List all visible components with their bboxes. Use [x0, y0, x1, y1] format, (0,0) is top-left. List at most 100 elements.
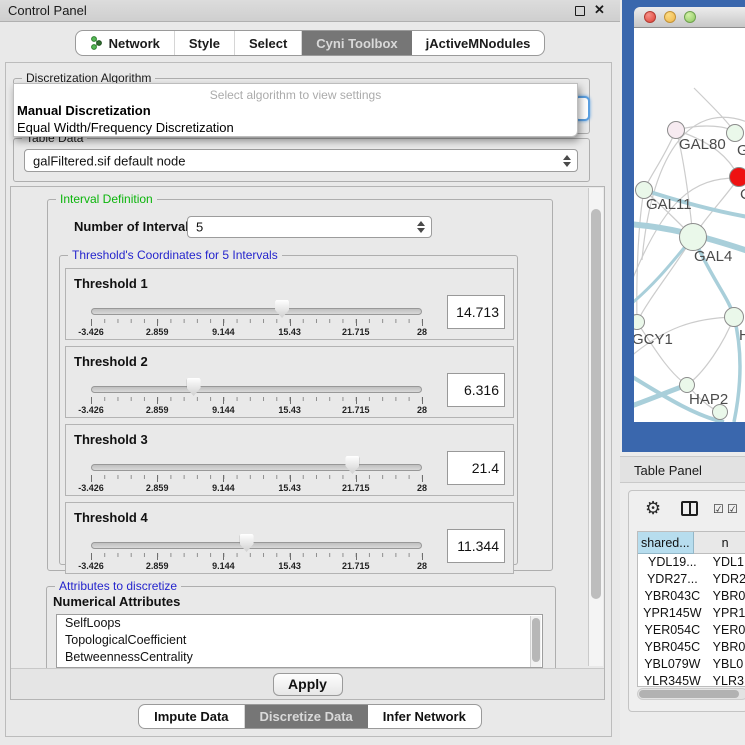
- table-row[interactable]: YPR145WYPR1: [638, 605, 745, 622]
- table-panel-toolbar: ⚙ ☑ ☑: [629, 491, 745, 529]
- list-item-betweennesscentrality[interactable]: BetweennessCentrality: [57, 649, 542, 666]
- option-equal-width-frequency[interactable]: Equal Width/Frequency Discretization: [17, 120, 234, 135]
- threshold-1-label: Threshold 1: [74, 276, 148, 291]
- tab-network-label: Network: [109, 36, 160, 51]
- close-icon[interactable]: ✕: [594, 2, 605, 18]
- threshold-2-row: Threshold 2 -3.4262.8599.14415.4321.7152…: [65, 346, 514, 418]
- tab-infer-network-label: Infer Network: [383, 709, 466, 724]
- threshold-2-slider-thumb[interactable]: [187, 378, 201, 396]
- table-header-row: shared... n: [638, 532, 745, 554]
- scrollbar-thumb[interactable]: [639, 690, 739, 698]
- thresholds-group-title: Threshold's Coordinates for 5 Intervals: [68, 248, 282, 262]
- node-table: shared... n YDL19...YDL1 YDR27...YDR2 YB…: [637, 531, 745, 687]
- tab-infer-network[interactable]: Infer Network: [368, 705, 481, 728]
- tab-style[interactable]: Style: [175, 31, 235, 55]
- gear-icon[interactable]: ⚙: [645, 499, 661, 517]
- numerical-attributes-label: Numerical Attributes: [53, 594, 180, 609]
- tab-discretize-data-label: Discretize Data: [260, 709, 353, 724]
- node-label: G: [737, 142, 745, 159]
- threshold-3-slider[interactable]: [91, 464, 422, 471]
- apply-button[interactable]: Apply: [273, 673, 343, 696]
- network-icon: [90, 36, 103, 50]
- table-data-combo[interactable]: galFiltered.sif default node: [24, 149, 578, 172]
- network-canvas[interactable]: GAL80GCGAL11GAL4GCY1HHAP2: [634, 28, 745, 422]
- threshold-4-value-field[interactable]: 11.344: [447, 529, 505, 563]
- threshold-1-slider-thumb[interactable]: [275, 300, 289, 318]
- table-horizontal-scrollbar[interactable]: [637, 688, 745, 700]
- columns-icon[interactable]: [681, 501, 698, 516]
- table-row[interactable]: YBL079WYBL0: [638, 656, 745, 673]
- numerical-attributes-list: SelfLoops TopologicalCoefficient Between…: [56, 614, 543, 668]
- interval-definition-title: Interval Definition: [56, 192, 157, 206]
- attributes-group-title: Attributes to discretize: [55, 579, 181, 593]
- table-row[interactable]: YLR345WYLR3: [638, 673, 745, 687]
- threshold-2-slider[interactable]: [91, 386, 422, 393]
- tab-cyni-toolbox[interactable]: Cyni Toolbox: [302, 31, 411, 55]
- control-panel: Control Panel ✕ Network Style Select: [0, 0, 620, 745]
- number-of-intervals-value: 5: [196, 220, 203, 235]
- tab-impute-data[interactable]: Impute Data: [139, 705, 244, 728]
- close-traffic-light[interactable]: [644, 11, 656, 23]
- table-panel-box: ⚙ ☑ ☑ shared... n YDL19...YDL1 YDR27...Y…: [628, 490, 745, 712]
- node-label: GAL4: [694, 248, 732, 265]
- node-label: GAL11: [646, 196, 692, 213]
- tick-labels: -3.4262.8599.14415.4321.71528: [91, 561, 422, 571]
- threshold-4-row: Threshold 4 -3.4262.8599.14415.4321.7152…: [65, 502, 514, 574]
- network-node[interactable]: [712, 404, 728, 420]
- number-of-intervals-label: Number of Intervals: [74, 219, 196, 234]
- tab-network[interactable]: Network: [76, 31, 175, 55]
- table-row[interactable]: YER054CYER0: [638, 622, 745, 639]
- minimize-traffic-light[interactable]: [664, 11, 676, 23]
- scrollbar-thumb[interactable]: [591, 209, 601, 599]
- attributes-list-scrollbar[interactable]: [530, 616, 541, 668]
- tick-marks: [91, 475, 422, 483]
- table-panel-header: Table Panel: [620, 456, 745, 483]
- table-row[interactable]: YBR045CYBR0: [638, 639, 745, 656]
- threshold-4-slider[interactable]: [91, 542, 422, 549]
- float-window-icon[interactable]: [575, 6, 585, 16]
- threshold-3-label: Threshold 3: [74, 432, 148, 447]
- threshold-4-label: Threshold 4: [74, 510, 148, 525]
- checkbox-icon[interactable]: ☑: [713, 502, 724, 516]
- top-tab-group: Network Style Select Cyni Toolbox jActiv…: [75, 30, 546, 56]
- threshold-2-value-field[interactable]: 6.316: [447, 373, 505, 407]
- tab-jactivemnodules-label: jActiveMNodules: [426, 36, 531, 51]
- bottom-tab-row: Impute Data Discretize Data Infer Networ…: [0, 704, 620, 729]
- tab-jactivemnodules[interactable]: jActiveMNodules: [412, 31, 545, 55]
- panel-title: Control Panel: [8, 3, 87, 18]
- tick-marks: [91, 553, 422, 561]
- algorithm-dropdown-popup: Select algorithm to view settings Manual…: [13, 83, 578, 137]
- column-header-shared[interactable]: shared...: [638, 532, 694, 554]
- network-node[interactable]: [724, 307, 744, 327]
- table-row[interactable]: YDL19...YDL1: [638, 554, 745, 571]
- thresholds-group: Threshold's Coordinates for 5 Intervals …: [59, 255, 518, 565]
- threshold-3-row: Threshold 3 -3.4262.8599.14415.4321.7152…: [65, 424, 514, 496]
- list-item-selfloops[interactable]: SelfLoops: [57, 615, 542, 632]
- threshold-3-value-field[interactable]: 21.4: [447, 451, 505, 485]
- network-node[interactable]: [679, 223, 707, 251]
- list-item-topologicalcoefficient[interactable]: TopologicalCoefficient: [57, 632, 542, 649]
- settings-scrollbar[interactable]: [588, 188, 603, 666]
- tick-marks: [91, 397, 422, 405]
- threshold-1-slider[interactable]: [91, 308, 422, 315]
- tab-impute-data-label: Impute Data: [154, 709, 228, 724]
- table-data-combo-value: galFiltered.sif default node: [33, 153, 185, 168]
- network-node[interactable]: [729, 167, 745, 187]
- tab-select[interactable]: Select: [235, 31, 302, 55]
- table-row[interactable]: YDR27...YDR2: [638, 571, 745, 588]
- threshold-1-value-field[interactable]: 14.713: [447, 295, 505, 329]
- threshold-3-slider-thumb[interactable]: [345, 456, 359, 474]
- table-row[interactable]: YBR043CYBR0: [638, 588, 745, 605]
- column-header-name[interactable]: n: [694, 532, 745, 554]
- option-manual-discretization[interactable]: Manual Discretization: [17, 103, 151, 118]
- zoom-traffic-light[interactable]: [684, 11, 696, 23]
- number-of-intervals-combo[interactable]: 5: [187, 216, 432, 238]
- table-panel-title: Table Panel: [634, 463, 702, 478]
- network-node[interactable]: [726, 124, 744, 142]
- tab-discretize-data[interactable]: Discretize Data: [245, 705, 368, 728]
- threshold-4-slider-thumb[interactable]: [240, 534, 254, 552]
- checkbox-icon[interactable]: ☑: [727, 502, 738, 516]
- network-window-titlebar: [634, 7, 745, 28]
- right-column: GAL80GCGAL11GAL4GCY1HHAP2 Table Panel ⚙ …: [620, 0, 745, 745]
- tick-labels: -3.4262.8599.14415.4321.71528: [91, 483, 422, 493]
